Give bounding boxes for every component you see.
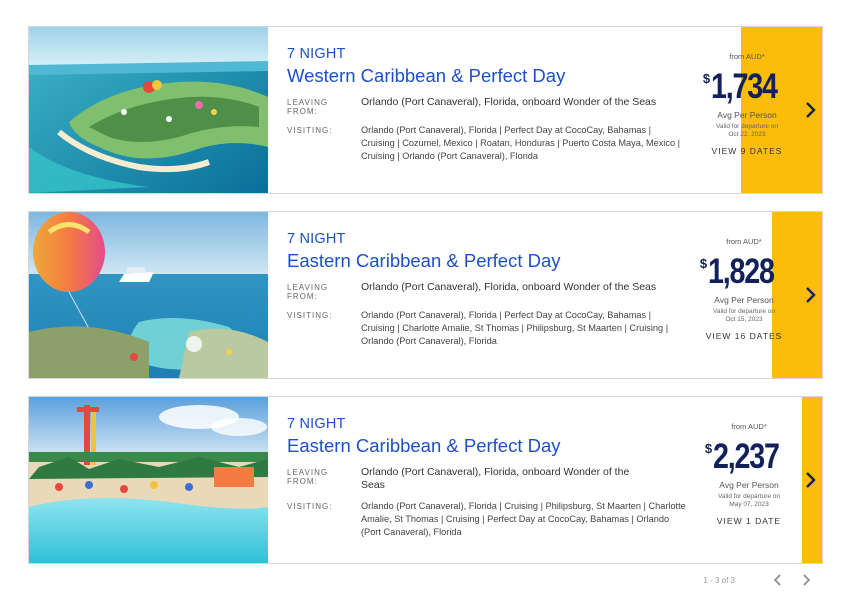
- leaving-value: Orlando (Port Canaveral), Florida, onboa…: [361, 281, 657, 293]
- leaving-label: LEAVING FROM:: [287, 98, 329, 116]
- cruise-card[interactable]: 7 NIGHT Western Caribbean & Perfect Day …: [28, 26, 823, 194]
- currency-symbol: $: [704, 441, 713, 456]
- valid-note: Valid for departure on Oct 22, 2023: [692, 123, 802, 139]
- cruise-nights: 7 NIGHT: [287, 46, 346, 62]
- visiting-label: VISITING:: [287, 126, 333, 135]
- chevron-right-icon[interactable]: [804, 101, 818, 119]
- chevron-right-icon[interactable]: [804, 286, 818, 304]
- valid-date: Oct 22, 2023: [728, 131, 766, 138]
- price-value: 1,734: [711, 67, 778, 106]
- price-box: from AUD* $ 1,734 Avg Per Person Valid f…: [692, 27, 802, 193]
- price: $ 2,237: [705, 439, 793, 475]
- view-dates-button[interactable]: VIEW 9 DATES: [692, 146, 802, 156]
- leaving-value: Orlando (Port Canaveral), Florida, onboa…: [361, 96, 657, 108]
- visiting-value: Orlando (Port Canaveral), Florida | Perf…: [361, 310, 669, 347]
- avg-per-person: Avg Per Person: [719, 480, 779, 490]
- cruise-title[interactable]: Western Caribbean & Perfect Day: [287, 64, 687, 87]
- cruise-title[interactable]: Eastern Caribbean & Perfect Day: [287, 434, 687, 457]
- avg-per-person: Avg Per Person: [714, 295, 774, 305]
- visiting-label: VISITING:: [287, 311, 333, 320]
- cruise-info: 7 NIGHT Western Caribbean & Perfect Day …: [287, 46, 687, 164]
- from-label: from AUD*: [726, 237, 762, 246]
- pagination: 1 - 3 of 3: [703, 573, 813, 587]
- price-value: 2,237: [713, 437, 780, 476]
- cruise-nights: 7 NIGHT: [287, 231, 346, 247]
- valid-note: Valid for departure on Oct 15, 2023: [689, 308, 799, 324]
- valid-note: Valid for departure on May 07, 2023: [694, 493, 804, 509]
- cruise-info: 7 NIGHT Eastern Caribbean & Perfect Day …: [287, 416, 687, 540]
- chevron-left-icon[interactable]: [771, 573, 785, 587]
- leaving-label: LEAVING FROM:: [287, 468, 329, 486]
- from-label: from AUD*: [731, 422, 767, 431]
- currency-symbol: $: [699, 256, 708, 271]
- view-dates-button[interactable]: VIEW 1 DATE: [694, 516, 804, 526]
- chevron-right-icon[interactable]: [799, 573, 813, 587]
- valid-date: May 07, 2023: [729, 501, 769, 508]
- valid-line: Valid for departure on: [712, 308, 776, 315]
- leaving-value: Orlando (Port Canaveral), Florida, onboa…: [361, 466, 630, 491]
- cruise-image[interactable]: [29, 27, 268, 193]
- cruise-image[interactable]: [29, 212, 268, 378]
- price-box: from AUD* $ 2,237 Avg Per Person Valid f…: [694, 397, 804, 563]
- visiting-value: Orlando (Port Canaveral), Florida | Crui…: [361, 501, 686, 538]
- valid-line: Valid for departure on: [715, 123, 779, 130]
- visiting-value: Orlando (Port Canaveral), Florida | Perf…: [361, 125, 680, 162]
- view-dates-button[interactable]: VIEW 16 DATES: [689, 331, 799, 341]
- visiting-label: VISITING:: [287, 502, 333, 511]
- cruise-image[interactable]: [29, 397, 268, 563]
- valid-line: Valid for departure on: [717, 493, 781, 500]
- pagination-count: 1 - 3 of 3: [703, 575, 735, 585]
- valid-date: Oct 15, 2023: [725, 316, 763, 323]
- from-label: from AUD*: [729, 52, 765, 61]
- cruise-card[interactable]: 7 NIGHT Eastern Caribbean & Perfect Day …: [28, 396, 823, 564]
- currency-symbol: $: [702, 71, 711, 86]
- price-value: 1,828: [708, 252, 775, 291]
- cruise-card[interactable]: 7 NIGHT Eastern Caribbean & Perfect Day …: [28, 211, 823, 379]
- avg-per-person: Avg Per Person: [717, 110, 777, 120]
- cruise-nights: 7 NIGHT: [287, 416, 346, 432]
- leaving-label: LEAVING FROM:: [287, 283, 329, 301]
- chevron-right-icon[interactable]: [804, 471, 818, 489]
- price-box: from AUD* $ 1,828 Avg Per Person Valid f…: [689, 212, 799, 378]
- price: $ 1,828: [700, 254, 788, 290]
- cruise-info: 7 NIGHT Eastern Caribbean & Perfect Day …: [287, 231, 687, 349]
- cruise-title[interactable]: Eastern Caribbean & Perfect Day: [287, 249, 687, 272]
- price: $ 1,734: [703, 69, 791, 105]
